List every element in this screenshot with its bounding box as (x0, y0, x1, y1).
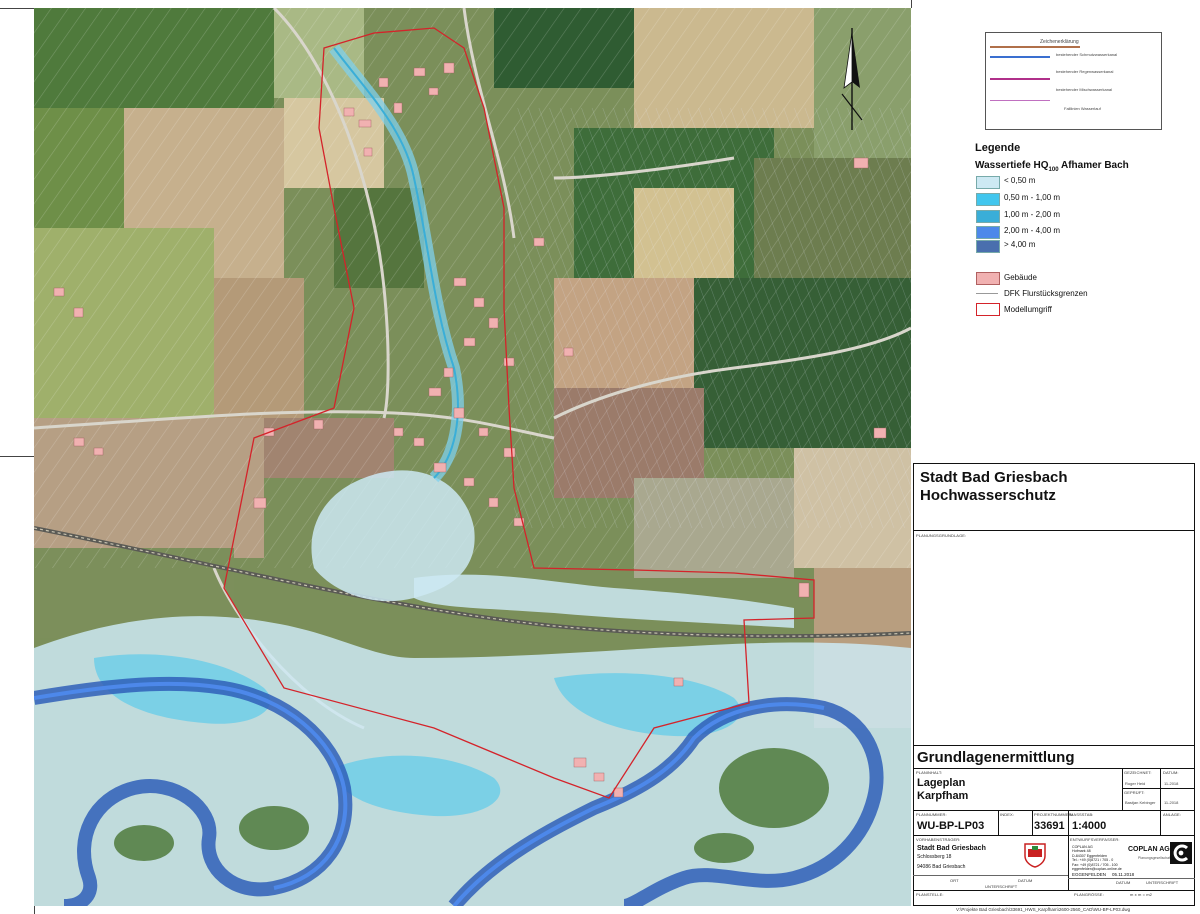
map-canvas (34, 8, 911, 906)
engineer-date: 05.11.2018 (1112, 872, 1135, 877)
vorhabentraeger-label: VORHABENSTRÄGER: (916, 837, 961, 842)
trim-mark (911, 0, 912, 8)
unterschrift-label: UNTERSCHRIFT (985, 884, 1018, 889)
datum-label: DATUM: (1163, 770, 1179, 775)
depth-swatch (976, 176, 1000, 189)
depth-swatch (976, 193, 1000, 206)
feature-label: DFK Flurstücksgrenzen (1004, 289, 1088, 298)
aerial-flood-map[interactable] (34, 8, 911, 906)
parcel-line-swatch (976, 293, 998, 294)
client-street: Schlossberg 18 (917, 854, 952, 860)
signature-line (913, 875, 1068, 876)
project-name: Hochwasserschutz (920, 487, 1056, 504)
storm-line-swatch (990, 56, 1050, 58)
plan-location: Karpfham (917, 790, 969, 802)
divider (1032, 810, 1033, 835)
coplan-wordmark: COPLAN AG (1128, 846, 1170, 853)
symbol-key-title: Zeichenerklärung (1040, 39, 1079, 45)
divider (1160, 768, 1161, 810)
feature-label: Modellumgriff (1004, 305, 1052, 314)
file-path: V:\Projekte Bad Griesbach\33691_HWS_Karp… (956, 907, 1131, 912)
massstab-label: MASSSTAB: (1070, 812, 1094, 817)
boundary-swatch (976, 303, 1000, 316)
datum2-label: DATUM (1018, 878, 1033, 883)
divider (998, 810, 999, 835)
plangroesse-value: m x m = m2 (1130, 892, 1153, 897)
planungsgrundlage-label: PLANUNGSGRUNDLAGE: (916, 533, 967, 538)
symbol-key-item-2: bestehender Regenwasserkanal (1056, 69, 1114, 74)
trim-mark (34, 906, 35, 914)
engineer-address: COPLAN AG Hofmark 48 D-84307 Eggenfelden… (1072, 845, 1122, 871)
datum3-label: DATUM (1116, 880, 1131, 885)
coat-of-arms-icon (1024, 843, 1046, 868)
combined-line-swatch (990, 78, 1050, 80)
depth-label: 2,00 m - 4,00 m (1004, 226, 1061, 235)
divider (913, 835, 1195, 836)
trim-mark (0, 456, 34, 457)
unterschrift2-label: UNTERSCHRIFT (1146, 880, 1179, 885)
plan-sheet: Zeichenerklärung bestehender Schmutzwass… (0, 0, 1200, 914)
client-name: Stadt Bad Griesbach (920, 469, 1068, 486)
divider (1068, 835, 1069, 890)
divider (913, 810, 1195, 811)
divider (1160, 810, 1161, 835)
divider (913, 890, 1195, 891)
coplan-tagline: Planungsgesellschaft (1138, 856, 1172, 860)
symbol-key-item-3: bestehender Mischwasserkanal (1056, 87, 1113, 92)
plan-title: Lageplan (917, 777, 966, 789)
drawn-by: Roger Heid (1125, 781, 1146, 786)
ort-label: ORT (950, 878, 959, 883)
depth-label: < 0,50 m (1004, 176, 1036, 185)
divider (913, 745, 1195, 746)
index-label: INDEX: (1000, 812, 1014, 817)
coplan-logo-icon (1170, 842, 1192, 864)
symbol-key-box: Zeichenerklärung bestehender Schmutzwass… (985, 32, 1162, 130)
anlage-label: ANLAGE: (1163, 812, 1182, 817)
depth-swatch (976, 226, 1000, 239)
address-line: eggenfelden@coplan-online.de (1072, 867, 1122, 872)
sewer-line-swatch (990, 46, 1080, 48)
legend-title: Legende (975, 142, 1021, 154)
divider (913, 530, 1195, 531)
scale: 1:4000 (1072, 820, 1107, 832)
planstelle-label: PLANSTELLE: (916, 892, 944, 897)
entwurfsverfasser-label: ENTWURFSVERFASSER: (1070, 837, 1120, 842)
checked-date: 11-2018 (1164, 800, 1179, 805)
geprueft-label: GEPRÜFT: (1124, 790, 1145, 795)
trim-mark (0, 8, 34, 9)
north-arrow-icon (841, 28, 863, 130)
depth-label: 1,00 m - 2,00 m (1004, 210, 1061, 219)
symbol-key-item-4: Falllinien Wasserlauf (1064, 106, 1101, 111)
drawn-date: 11-2018 (1164, 781, 1179, 786)
engineer-place: EGGENFELDEN (1072, 872, 1107, 877)
client-city: 94086 Bad Griesbach (917, 864, 966, 870)
planinhalt-label: PLANINHALT: (916, 770, 943, 775)
building-swatch (976, 272, 1000, 285)
checked-by: Bastjan Kebinger (1125, 800, 1156, 805)
client-authority: Stadt Bad Griesbach (917, 845, 986, 852)
legend-subtitle: Wassertiefe HQ100 Afhamer Bach (975, 160, 1129, 173)
depth-label: > 4,00 m (1004, 240, 1036, 249)
plan-number: WU-BP-LP03 (917, 820, 985, 832)
divider (1122, 788, 1195, 789)
symbol-key-item-1: bestehender Schmutzwasserkanal (1056, 52, 1118, 57)
divider (913, 768, 1195, 769)
plangroesse-label: PLANGRÖSSE: (1074, 892, 1104, 897)
divider (1122, 768, 1123, 810)
depth-swatch (976, 210, 1000, 223)
depth-swatch (976, 240, 1000, 253)
plan-phase: Grundlagenermittlung (917, 749, 1075, 766)
depth-label: 0,50 m - 1,00 m (1004, 193, 1061, 202)
project-number: 33691 (1034, 820, 1065, 832)
divider (1068, 810, 1069, 835)
signature-line (1068, 878, 1195, 879)
gezeichnet-label: GEZEICHNET: (1124, 770, 1152, 775)
flow-lines (514, 108, 911, 528)
flowline-swatch (990, 100, 1050, 101)
plannummer-label: PLANNUMMER: (916, 812, 947, 817)
feature-label: Gebäude (1004, 273, 1037, 282)
